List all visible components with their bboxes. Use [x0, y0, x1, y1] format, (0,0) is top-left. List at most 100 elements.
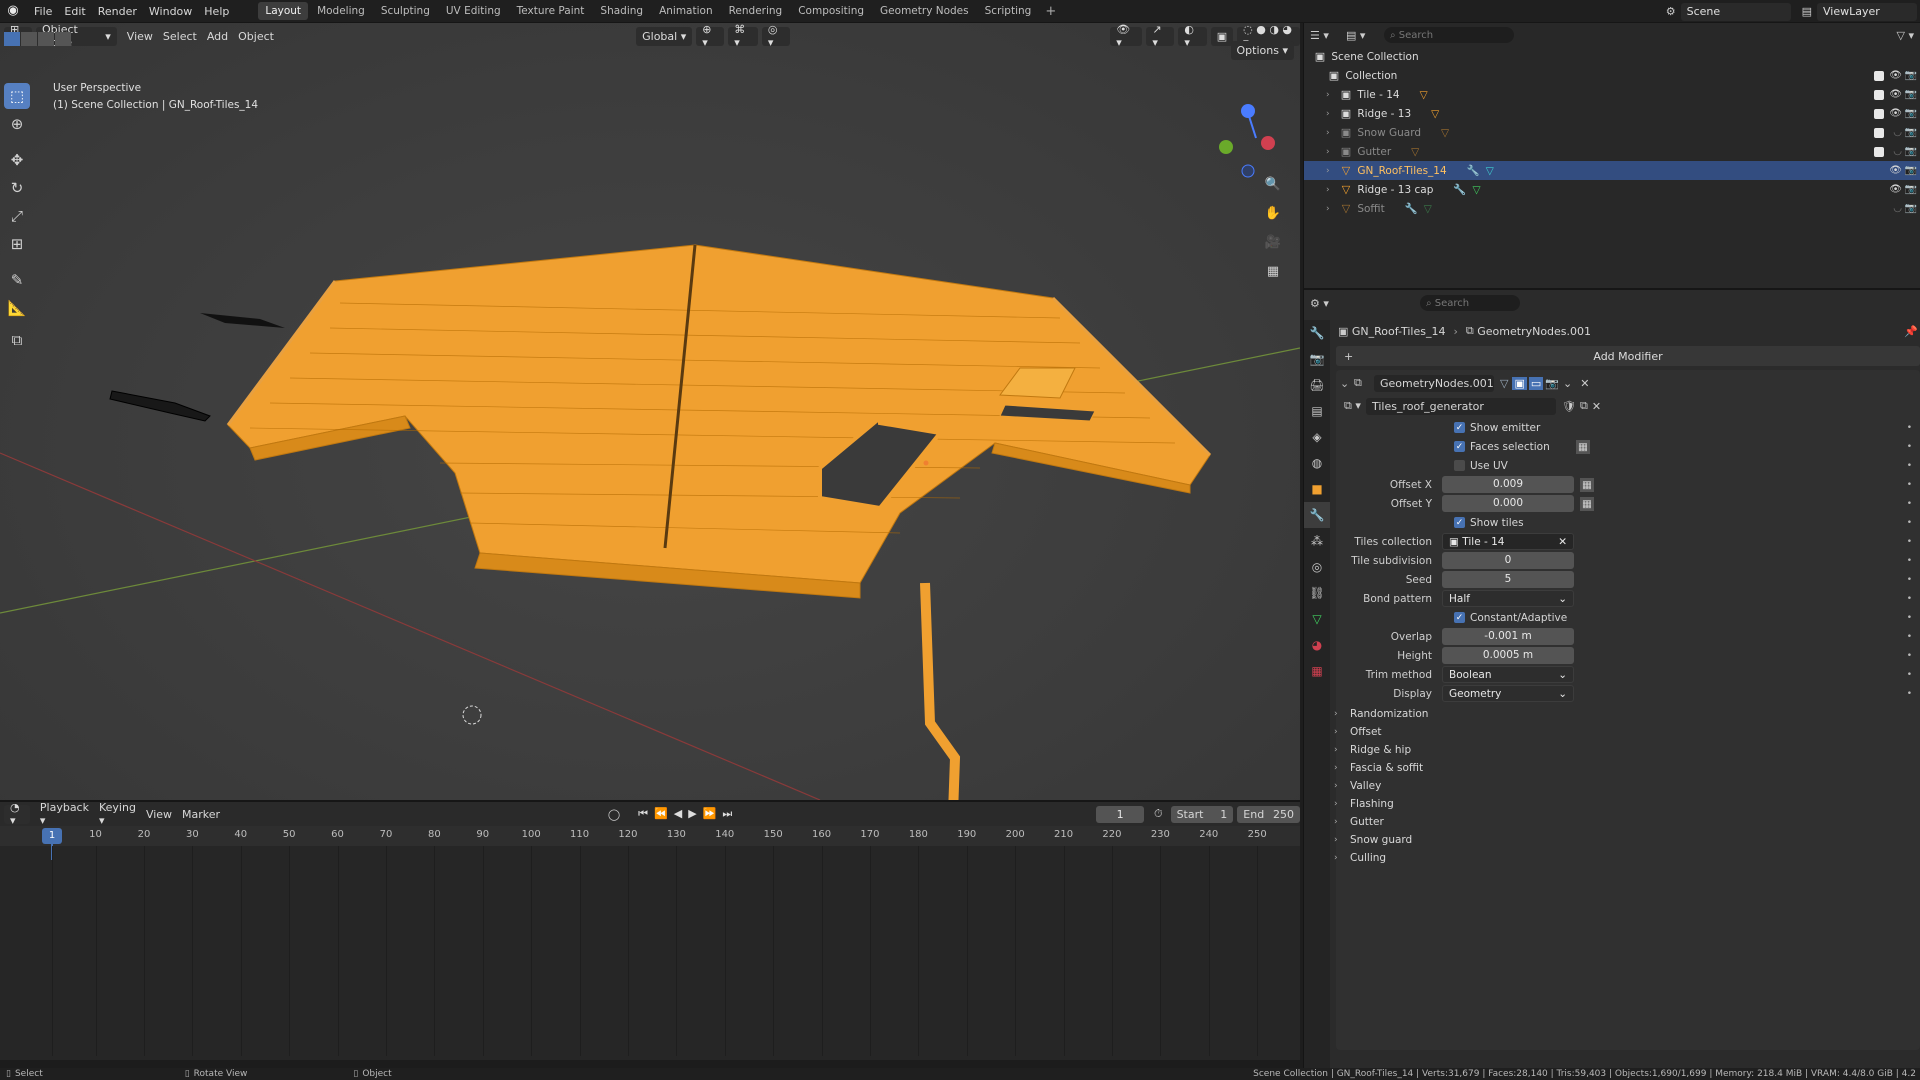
render-icon[interactable]: 📷 — [1905, 146, 1917, 157]
edit-mode-toggle-icon[interactable]: ▽ — [1500, 377, 1508, 390]
view-layer-field[interactable]: ViewLayer — [1817, 2, 1917, 21]
keyframe-dot-icon[interactable]: • — [1907, 480, 1912, 490]
keyframe-dot-icon[interactable]: • — [1907, 442, 1912, 452]
timeline-editor-icon[interactable]: ◔ ▾ — [4, 801, 30, 827]
scene-field[interactable]: Scene — [1680, 2, 1791, 21]
keyframe-dot-icon[interactable]: • — [1907, 423, 1912, 433]
faces-selection-checkbox[interactable]: ✓ — [1454, 441, 1465, 452]
clear-icon[interactable]: ✕ — [1558, 534, 1567, 549]
orientation-dropdown[interactable]: Global ▾ — [636, 26, 693, 46]
render-icon[interactable]: 📷 — [1905, 127, 1917, 138]
menu-window[interactable]: Window — [143, 5, 198, 18]
tab-compositing[interactable]: Compositing — [791, 2, 871, 20]
node-tree-icon[interactable]: ⧉ ▾ — [1344, 399, 1366, 413]
unlink-icon[interactable]: ✕ — [1592, 400, 1601, 413]
jump-end-icon[interactable]: ⏭ — [722, 807, 738, 820]
keyframe-dot-icon[interactable]: • — [1907, 537, 1912, 547]
eye-icon[interactable]: 👁 — [1889, 184, 1902, 195]
modifier-menu-chevron-icon[interactable]: ⌄ — [1563, 377, 1572, 390]
snap-toggle[interactable]: ⌘ ▾ — [728, 23, 758, 49]
measure-tool-icon[interactable]: 📐 — [4, 295, 30, 321]
xray-toggle[interactable]: ▣ — [1210, 26, 1234, 46]
material-tab-icon[interactable]: ◕ — [1304, 632, 1330, 658]
add-cube-tool-icon[interactable]: ⧉ — [4, 327, 30, 353]
keyframe-dot-icon[interactable]: • — [1907, 518, 1912, 528]
play-reverse-icon[interactable]: ◀ — [674, 807, 688, 820]
particles-tab-icon[interactable]: ⁂ — [1304, 528, 1330, 554]
eye-icon[interactable]: 👁 — [1889, 89, 1902, 100]
outliner-root[interactable]: ▣ Scene Collection — [1304, 47, 1920, 66]
keyframe-dot-icon[interactable]: • — [1907, 499, 1912, 509]
menu-select[interactable]: Select — [163, 30, 197, 43]
render-icon[interactable]: 📷 — [1905, 70, 1917, 81]
blender-logo-icon[interactable]: ◉ — [4, 2, 22, 20]
menu-marker[interactable]: Marker — [182, 808, 220, 821]
tab-texture-paint[interactable]: Texture Paint — [510, 2, 592, 20]
outliner-item-soffit[interactable]: › ▽ Soffit 🔧 ▽ ◡ 📷 — [1304, 199, 1920, 218]
data-tab-icon[interactable]: ▽ — [1304, 606, 1330, 632]
expand-chevron-icon[interactable]: › — [1326, 128, 1338, 138]
offset-x-field[interactable]: 0.009 — [1442, 476, 1574, 493]
render-icon[interactable]: 📷 — [1905, 165, 1917, 176]
eye-hidden-icon[interactable]: ◡ — [1893, 203, 1902, 214]
eye-icon[interactable]: 👁 — [1889, 70, 1902, 81]
gizmo-toggle[interactable]: ↗ ▾ — [1146, 23, 1175, 49]
keyframe-dot-icon[interactable]: • — [1907, 575, 1912, 585]
expand-chevron-icon[interactable]: › — [1326, 204, 1338, 214]
add-modifier-button[interactable]: + Add Modifier — [1336, 346, 1920, 366]
outliner-item-snow-guard[interactable]: › ▣ Snow Guard ▽ ◡ 📷 — [1304, 123, 1920, 142]
modifier-tab-icon[interactable]: 🔧 — [1304, 502, 1330, 528]
expand-chevron-icon[interactable]: › — [1326, 109, 1338, 119]
tab-modeling[interactable]: Modeling — [310, 2, 372, 20]
outliner-item-ridge-13-cap[interactable]: › ▽ Ridge - 13 cap 🔧 ▽ 👁 📷 — [1304, 180, 1920, 199]
menu-view[interactable]: View — [146, 808, 172, 821]
tool-tab-icon[interactable]: 🔧 — [1304, 320, 1330, 346]
include-checkbox[interactable] — [1874, 146, 1884, 157]
menu-file[interactable]: File — [28, 5, 58, 18]
show-tiles-checkbox[interactable]: ✓ — [1454, 517, 1465, 528]
jump-start-icon[interactable]: ⏮ — [638, 807, 654, 820]
start-frame-field[interactable]: Start 1 — [1170, 805, 1234, 823]
keyframe-dot-icon[interactable]: • — [1907, 556, 1912, 566]
collapse-chevron-icon[interactable]: ⌄ — [1340, 377, 1354, 390]
outliner-item-tile-14[interactable]: › ▣ Tile - 14 ▽ 👁 📷 — [1304, 85, 1920, 104]
tile-subdivision-field[interactable]: 0 — [1442, 552, 1574, 569]
options-dropdown[interactable]: Options ▾ — [1230, 41, 1294, 60]
filter-icon[interactable]: ▽ ▾ — [1897, 29, 1914, 42]
seed-field[interactable]: 5 — [1442, 571, 1574, 588]
scale-tool-icon[interactable]: ⤢ — [4, 203, 30, 229]
visibility-dropdown[interactable]: 👁 ▾ — [1110, 23, 1143, 49]
offset-y-field[interactable]: 0.000 — [1442, 495, 1574, 512]
fake-user-icon[interactable]: 🛡 — [1562, 400, 1576, 413]
keyframe-dot-icon[interactable]: • — [1907, 689, 1912, 699]
expand-chevron-icon[interactable]: › — [1326, 90, 1338, 100]
menu-edit[interactable]: Edit — [58, 5, 91, 18]
render-toggle-icon[interactable]: 📷 — [1545, 377, 1559, 390]
camera-view-icon[interactable]: 🎥 — [1262, 231, 1284, 253]
height-field[interactable]: 0.0005 m — [1442, 647, 1574, 664]
tab-uv-editing[interactable]: UV Editing — [439, 2, 508, 20]
next-key-icon[interactable]: ⏩ — [703, 807, 723, 820]
pivot-dropdown[interactable]: ⊕ ▾ — [696, 23, 725, 49]
remove-modifier-icon[interactable]: ✕ — [1580, 377, 1589, 390]
select-new-icon[interactable] — [4, 32, 20, 46]
outliner-item-gutter[interactable]: › ▣ Gutter ▽ ◡ 📷 — [1304, 142, 1920, 161]
auto-key-icon[interactable]: ◯ — [608, 808, 620, 821]
outliner-editor-icon[interactable]: ☰ ▾ — [1310, 29, 1346, 42]
pan-hand-icon[interactable]: ✋ — [1262, 202, 1284, 224]
keyframe-dot-icon[interactable]: • — [1907, 670, 1912, 680]
expand-chevron-icon[interactable]: › — [1326, 147, 1338, 157]
3d-viewport[interactable]: ⊞ ▾ Object Mode ▾ View Select Add Object… — [0, 23, 1300, 800]
playhead[interactable]: 1 — [42, 828, 62, 844]
tiles-collection-field[interactable]: ▣ Tile - 14 ✕ — [1442, 533, 1574, 550]
eye-hidden-icon[interactable]: ◡ — [1893, 146, 1902, 157]
panel-culling[interactable]: › Culling — [1334, 847, 1914, 869]
select-box-tool-icon[interactable]: ⬚ — [4, 83, 30, 109]
attribute-toggle-icon[interactable]: ▦ — [1576, 439, 1590, 454]
prev-key-icon[interactable]: ⏪ — [654, 807, 674, 820]
menu-keying[interactable]: Keying ▾ — [99, 801, 136, 827]
include-checkbox[interactable] — [1874, 70, 1884, 81]
clock-icon[interactable]: ⏱ — [1154, 807, 1163, 821]
timeline-scrollbar[interactable] — [0, 1060, 1300, 1068]
keyframe-dot-icon[interactable]: • — [1907, 613, 1912, 623]
